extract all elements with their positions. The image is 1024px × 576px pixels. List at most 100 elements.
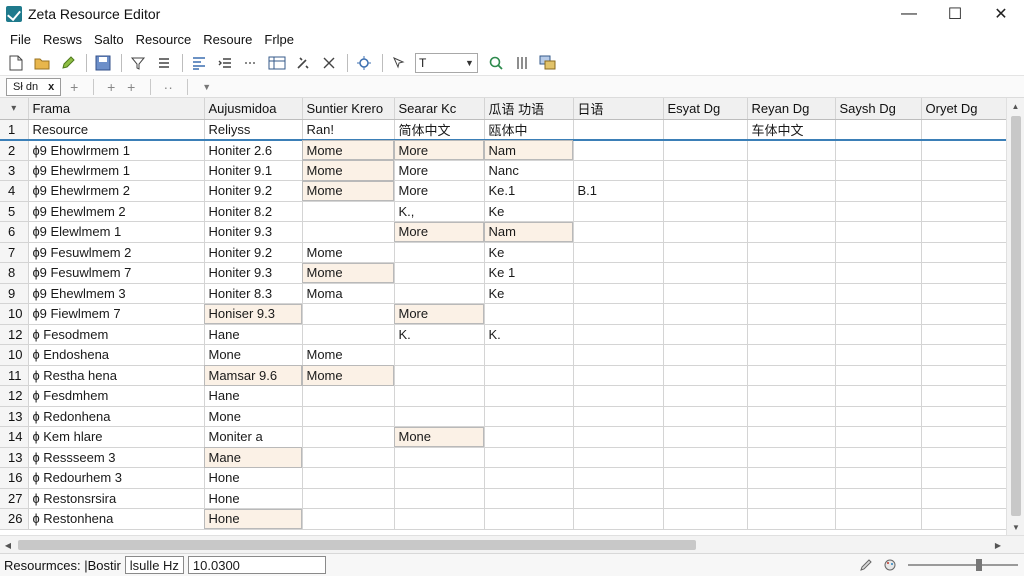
grid-cell[interactable]: [747, 303, 836, 325]
grid-cell[interactable]: 车体中文: [747, 119, 836, 141]
maximize-button[interactable]: ☐: [932, 0, 978, 28]
grid-cell[interactable]: [394, 406, 485, 427]
grid-cell[interactable]: [484, 406, 574, 427]
table-row[interactable]: 27 ɸ Restonsrsira Hone: [0, 488, 1006, 509]
tab-close-icon[interactable]: x: [48, 81, 54, 93]
grid-cell[interactable]: [747, 447, 836, 468]
grid-cell[interactable]: [302, 426, 395, 448]
grid-cell[interactable]: Mone: [204, 344, 303, 366]
grid-cell[interactable]: [394, 385, 485, 407]
grid-cell[interactable]: [302, 385, 395, 407]
grid-cell[interactable]: [921, 426, 1006, 448]
table-row[interactable]: 6 ɸ9 Elewlmem 1 Honiter 9.3 More Nam: [0, 221, 1006, 243]
column-header[interactable]: Saysh Dg: [835, 98, 922, 120]
grid-cell[interactable]: [663, 160, 748, 181]
grid-cell[interactable]: ɸ9 Fesuwlmem 7: [28, 262, 205, 284]
row-number[interactable]: 11: [0, 365, 29, 386]
grid-cell[interactable]: Honiser 9.3: [204, 303, 303, 325]
table-row[interactable]: 13 ɸ Redonhena Mone: [0, 406, 1006, 427]
grid-cell[interactable]: [663, 303, 748, 325]
grid-cell[interactable]: [835, 180, 922, 202]
grid-cell[interactable]: ɸ Fesodmem: [28, 324, 205, 345]
status-field-units[interactable]: lsulle Hz: [124, 556, 184, 574]
grid-cell[interactable]: [835, 139, 922, 161]
grid-cell[interactable]: Mamsar 9.6: [204, 365, 303, 386]
table-row[interactable]: 7 ɸ9 Fesuwlmem 2 Honiter 9.2 Mome Ke: [0, 242, 1006, 263]
table-row[interactable]: 16 ɸ Redourhem 3 Hone: [0, 467, 1006, 489]
grid-cell[interactable]: [835, 324, 922, 345]
grid-cell[interactable]: Mome: [302, 344, 395, 366]
grid-cell[interactable]: [663, 119, 748, 141]
grid-cell[interactable]: [747, 385, 836, 407]
table-row[interactable]: 12 ɸ Fesodmem Hane K. K.: [0, 324, 1006, 345]
table-row[interactable]: 5 ɸ9 Ehewlmem 2 Honiter 8.2 K., Ke: [0, 201, 1006, 222]
grid-cell[interactable]: [394, 488, 485, 509]
grid-cell[interactable]: [573, 385, 664, 407]
tools-icon[interactable]: [293, 53, 313, 73]
grid-cell[interactable]: [835, 467, 922, 489]
grid-cell[interactable]: [394, 447, 485, 468]
indent-icon[interactable]: [215, 53, 235, 73]
grid-cell[interactable]: Mone: [394, 426, 485, 448]
grid-cell[interactable]: ɸ9 Ehewlmem 2: [28, 201, 205, 222]
active-tab[interactable]: Sł dn x: [6, 77, 62, 96]
grid-cell[interactable]: [835, 426, 922, 448]
grid-cell[interactable]: Ke: [484, 242, 574, 263]
row-number[interactable]: 7: [0, 242, 29, 263]
grid-cell[interactable]: Ke: [484, 201, 574, 222]
grid-cell[interactable]: [835, 303, 922, 325]
grid-cell[interactable]: [835, 488, 922, 509]
grid-cell[interactable]: ɸ Ressseem 3: [28, 447, 205, 468]
grid-cell[interactable]: Nanc: [484, 160, 574, 181]
add-row-icon[interactable]: +: [102, 78, 120, 96]
grid-cell[interactable]: Honiter 8.3: [204, 283, 303, 304]
font-style-combo[interactable]: T ▼: [415, 52, 478, 73]
grid-cell[interactable]: [835, 242, 922, 263]
grid-cell[interactable]: Hone: [204, 467, 303, 489]
grid-cell[interactable]: [394, 467, 485, 489]
column-header[interactable]: Oryet Dg: [921, 98, 1006, 120]
table-row[interactable]: 13 ɸ Ressseem 3 Mane: [0, 447, 1006, 468]
column-header[interactable]: 日语: [573, 98, 664, 120]
grid-cell[interactable]: ɸ9 Fiewlmem 7: [28, 303, 205, 325]
add-tab-icon[interactable]: +: [65, 78, 83, 96]
grid-cell[interactable]: [302, 447, 395, 468]
open-folder-icon[interactable]: [32, 53, 52, 73]
grid-cell[interactable]: [747, 344, 836, 366]
grid-cell[interactable]: More: [394, 221, 485, 243]
grid-cell[interactable]: [573, 406, 664, 427]
vertical-scrollbar[interactable]: ▲ ▼: [1006, 98, 1024, 535]
grid-cell[interactable]: [921, 385, 1006, 407]
grid-cell[interactable]: K.,: [394, 201, 485, 222]
grid-cell[interactable]: More: [394, 160, 485, 181]
grid-cell[interactable]: [747, 201, 836, 222]
grid-cell[interactable]: Mome: [302, 180, 395, 202]
grid-cell[interactable]: Honiter 9.1: [204, 160, 303, 181]
row-number[interactable]: 16: [0, 467, 29, 489]
list-icon[interactable]: [154, 53, 174, 73]
grid-cell[interactable]: [921, 508, 1006, 530]
grid-cell[interactable]: Mome: [302, 160, 395, 181]
grid-cell[interactable]: ɸ Restonhena: [28, 508, 205, 530]
grid-cell[interactable]: [573, 283, 664, 304]
grid-cell[interactable]: [394, 283, 485, 304]
windows-icon[interactable]: [538, 53, 558, 73]
grid-cell[interactable]: [663, 406, 748, 427]
grid-cell[interactable]: Nam: [484, 139, 574, 161]
grid-cell[interactable]: Mome: [302, 139, 395, 161]
grid-cell[interactable]: [747, 283, 836, 304]
menu-resource[interactable]: Resource: [130, 32, 198, 47]
row-number[interactable]: 9: [0, 283, 29, 304]
grid-cell[interactable]: [921, 365, 1006, 386]
grid-cell[interactable]: Hone: [204, 508, 303, 530]
grid-cell[interactable]: Reliyss: [204, 119, 303, 141]
grid-cell[interactable]: [747, 180, 836, 202]
row-number[interactable]: 13: [0, 406, 29, 427]
grid-cell[interactable]: [573, 119, 664, 141]
table-row[interactable]: 8 ɸ9 Fesuwlmem 7 Honiter 9.3 Mome Ke 1: [0, 262, 1006, 284]
table-row[interactable]: 10 ɸ9 Fiewlmem 7 Honiser 9.3 More: [0, 303, 1006, 325]
column-header[interactable]: Esyat Dg: [663, 98, 748, 120]
grid-cell[interactable]: [835, 262, 922, 284]
menu-resoure[interactable]: Resoure: [197, 32, 258, 47]
grid-cell[interactable]: ɸ9 Elewlmem 1: [28, 221, 205, 243]
